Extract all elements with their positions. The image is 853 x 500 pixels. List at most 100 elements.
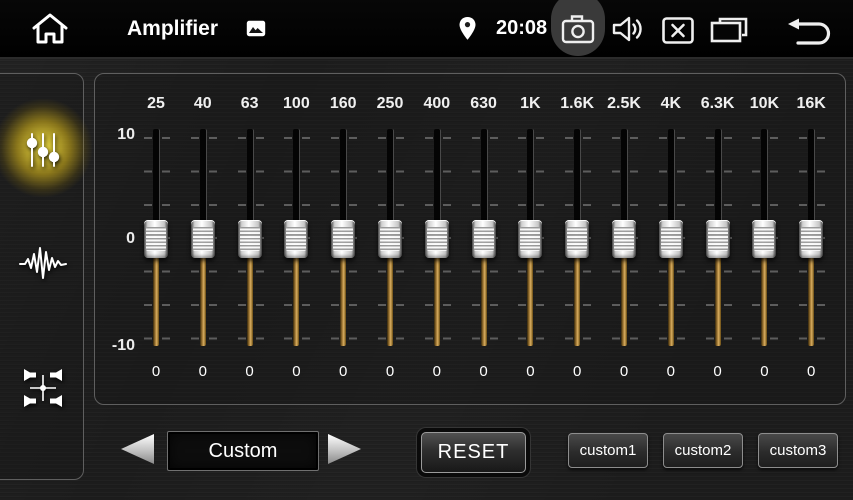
preset-button-custom2[interactable]: custom2 (663, 433, 743, 468)
close-app-icon[interactable] (662, 17, 694, 44)
equalizer-panel: 10 0 -10 250400630100016002500400063001K… (94, 73, 846, 405)
eq-band: 630 (227, 74, 273, 404)
slider-knob[interactable] (331, 220, 355, 258)
slider-track-lower[interactable] (574, 255, 580, 346)
slider-knob-ribs (146, 227, 166, 251)
slider-knob[interactable] (144, 220, 168, 258)
preset-button-custom3[interactable]: custom3 (758, 433, 838, 468)
slider-track-upper[interactable] (293, 129, 300, 222)
slider-track-lower[interactable] (340, 255, 346, 346)
eq-band: 1K0 (507, 74, 553, 404)
slider-track-upper[interactable] (247, 129, 254, 222)
slider-track-upper[interactable] (387, 129, 394, 222)
scale-label-zero: 0 (97, 230, 135, 248)
slider-track-upper[interactable] (574, 129, 581, 222)
band-value-label: 0 (273, 363, 319, 380)
slider-knob[interactable] (425, 220, 449, 258)
eq-band: 16K0 (788, 74, 834, 404)
preset-button-custom1[interactable]: custom1 (568, 433, 648, 468)
slider-knob[interactable] (752, 220, 776, 258)
band-frequency-label: 25 (133, 95, 179, 113)
slider-knob-ribs (474, 227, 494, 251)
slider-track-upper[interactable] (434, 129, 441, 222)
eq-band: 100 0 (273, 74, 319, 404)
slider-track-lower[interactable] (247, 255, 253, 346)
slider-track-lower[interactable] (434, 255, 440, 346)
next-preset-arrow[interactable] (328, 434, 361, 464)
band-frequency-label: 10K (741, 95, 787, 113)
band-value-label: 0 (601, 363, 647, 380)
slider-track-upper[interactable] (200, 129, 207, 222)
slider-knob-ribs (520, 227, 540, 251)
previous-preset-arrow[interactable] (121, 434, 154, 464)
band-value-label: 0 (648, 363, 694, 380)
slider-track-upper[interactable] (761, 129, 768, 222)
page-title: Amplifier (127, 0, 218, 57)
preset-selector[interactable]: Custom (167, 431, 319, 471)
band-frequency-label: 2.5K (601, 95, 647, 113)
slider-track-lower[interactable] (153, 255, 159, 346)
reset-button[interactable]: RESET (421, 432, 526, 473)
volume-icon[interactable] (612, 15, 644, 43)
clock: 20:08 (496, 0, 547, 57)
slider-track-upper[interactable] (481, 129, 488, 222)
slider-track-lower[interactable] (293, 255, 299, 346)
eq-band: 2.5K 0 (601, 74, 647, 404)
band-frequency-label: 630 (461, 95, 507, 113)
eq-band: 6300 (461, 74, 507, 404)
slider-knob[interactable] (472, 220, 496, 258)
band-value-label: 0 (180, 363, 226, 380)
slider-knob[interactable] (378, 220, 402, 258)
slider-track-upper[interactable] (153, 129, 160, 222)
eq-band: 1600 (320, 74, 366, 404)
recent-apps-icon[interactable] (710, 17, 748, 45)
slider-knob-ribs (240, 227, 260, 251)
slider-knob[interactable] (659, 220, 683, 258)
band-frequency-label: 1.6K (554, 95, 600, 113)
slider-knob-ribs (708, 227, 728, 251)
back-icon[interactable] (786, 17, 834, 45)
sidebar-item-balance-fader[interactable] (14, 359, 72, 417)
slider-knob[interactable] (284, 220, 308, 258)
slider-track-lower[interactable] (387, 255, 393, 346)
slider-track-upper[interactable] (715, 129, 722, 222)
sidebar-item-sound-effect[interactable] (14, 234, 72, 292)
eq-band: 4K0 (648, 74, 694, 404)
band-frequency-label: 6.3K (695, 95, 741, 113)
slider-knob-ribs (661, 227, 681, 251)
eq-band: 4000 (414, 74, 460, 404)
eq-band: 400 (180, 74, 226, 404)
slider-track-lower[interactable] (668, 255, 674, 346)
scale-label-max: 10 (97, 126, 135, 144)
camera-icon[interactable] (561, 14, 595, 44)
slider-knob[interactable] (518, 220, 542, 258)
slider-track-lower[interactable] (761, 255, 767, 346)
slider-track-lower[interactable] (200, 255, 206, 346)
sidebar-item-equalizer[interactable] (14, 121, 72, 179)
band-frequency-label: 100 (273, 95, 319, 113)
slider-track-upper[interactable] (808, 129, 815, 222)
slider-knob[interactable] (799, 220, 823, 258)
slider-knob[interactable] (191, 220, 215, 258)
slider-track-upper[interactable] (668, 129, 675, 222)
home-icon[interactable] (31, 13, 69, 45)
band-value-label: 0 (788, 363, 834, 380)
band-frequency-label: 400 (414, 95, 460, 113)
slider-track-upper[interactable] (340, 129, 347, 222)
wallpaper-icon[interactable] (246, 20, 266, 37)
slider-track-lower[interactable] (527, 255, 533, 346)
slider-knob[interactable] (565, 220, 589, 258)
eq-band: 1.6K0 (554, 74, 600, 404)
slider-knob[interactable] (612, 220, 636, 258)
slider-knob[interactable] (706, 220, 730, 258)
slider-track-upper[interactable] (527, 129, 534, 222)
band-value-label: 0 (367, 363, 413, 380)
status-bar: Amplifier 20:08 (0, 0, 853, 59)
eq-band: 250 (133, 74, 179, 404)
slider-knob[interactable] (238, 220, 262, 258)
slider-track-lower[interactable] (715, 255, 721, 346)
slider-track-upper[interactable] (621, 129, 628, 222)
slider-track-lower[interactable] (621, 255, 627, 346)
slider-track-lower[interactable] (481, 255, 487, 346)
slider-track-lower[interactable] (808, 255, 814, 346)
